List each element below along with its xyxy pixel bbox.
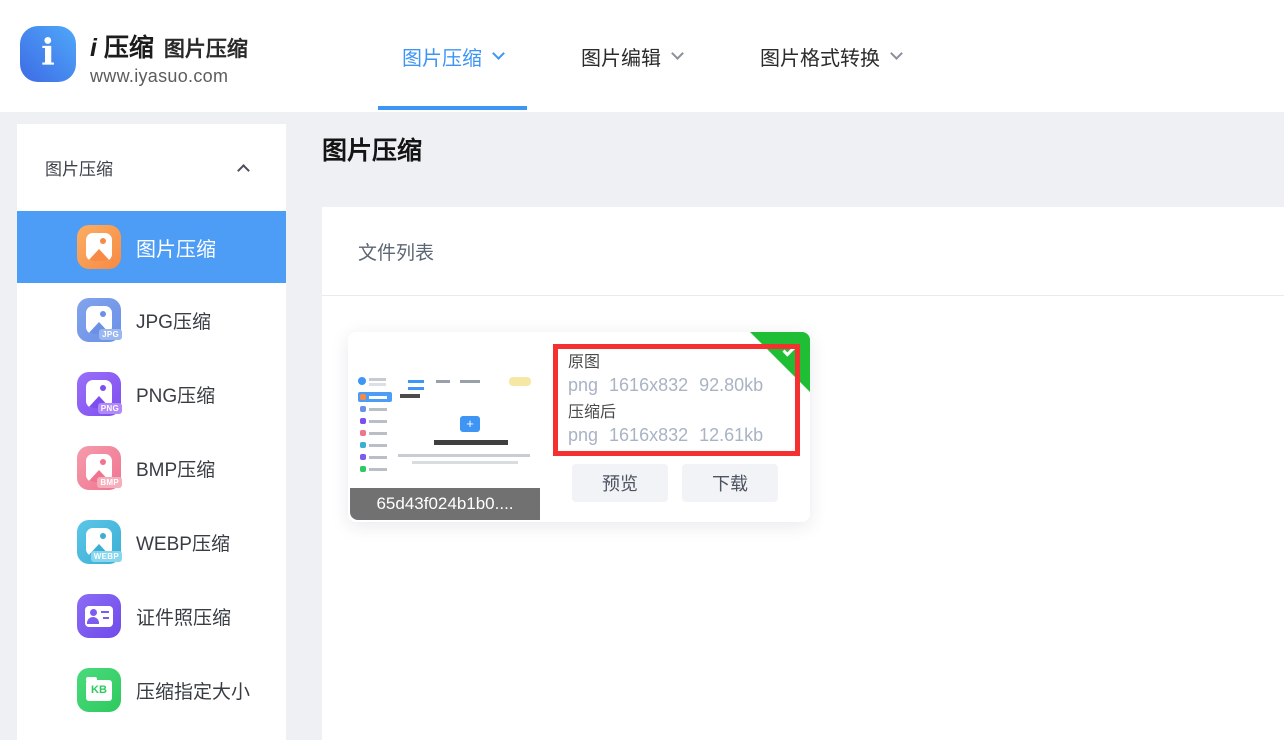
panel-title: 文件列表 (358, 238, 434, 265)
file-card: + 65d43f024b1b0.... 原图 png 1616x832 92.8… (348, 332, 810, 522)
sidebar-item-image-compress[interactable]: 图片压缩 (17, 211, 286, 283)
compressed-info: png 1616x832 12.61kb (568, 423, 795, 448)
id-photo-icon (77, 594, 121, 638)
brand-subtitle: 图片压缩 (164, 33, 248, 63)
sidebar-item-label: 图片压缩 (136, 233, 216, 262)
brand-domain: www.iyasuo.com (90, 66, 248, 87)
kb-folder-icon: KB (77, 668, 121, 712)
logo-letter: i (41, 35, 55, 71)
nav-label: 图片编辑 (581, 42, 661, 71)
sidebar-item-compress-to-size[interactable]: KB 压缩指定大小 (17, 653, 286, 727)
sidebar-item-bmp-compress[interactable]: BMP BMP压缩 (17, 431, 286, 505)
panel-header: 文件列表 (322, 207, 1284, 296)
header: i i 压缩 图片压缩 www.iyasuo.com 图片压缩 图片编辑 图片格… (0, 0, 1284, 112)
chevron-down-icon (671, 47, 684, 60)
sidebar-item-label: JPG压缩 (136, 307, 211, 334)
sidebar-item-id-photo-compress[interactable]: 证件照压缩 (17, 579, 286, 653)
page-title: 图片压缩 (322, 131, 422, 167)
chevron-down-icon (492, 47, 505, 60)
file-list-panel: 文件列表 + (322, 207, 1284, 740)
compare-info-highlight: 原图 png 1616x832 92.80kb 压缩后 png 1616x832… (553, 344, 800, 456)
png-compress-icon: PNG (77, 372, 121, 416)
chevron-down-icon (890, 47, 903, 60)
file-name: 65d43f024b1b0.... (350, 488, 540, 520)
app: i i 压缩 图片压缩 www.iyasuo.com 图片压缩 图片编辑 图片格… (0, 0, 1284, 740)
sidebar-group-header[interactable]: 图片压缩 (17, 124, 286, 211)
image-compress-icon (77, 225, 121, 269)
sidebar-item-jpg-compress[interactable]: JPG JPG压缩 (17, 283, 286, 357)
sidebar-group-label: 图片压缩 (45, 155, 113, 180)
sidebar-item-label: 证件照压缩 (136, 603, 231, 630)
sidebar-item-webp-compress[interactable]: WEBP WEBP压缩 (17, 505, 286, 579)
sidebar-item-label: WEBP压缩 (136, 529, 230, 556)
webp-compress-icon: WEBP (77, 520, 121, 564)
chevron-up-icon (237, 164, 250, 177)
nav-label: 图片格式转换 (760, 42, 880, 71)
brand-logo-icon: i (20, 26, 76, 82)
sidebar-item-label: PNG压缩 (136, 381, 215, 408)
bmp-compress-icon: BMP (77, 446, 121, 490)
brand-name: i 压缩 (90, 28, 154, 64)
sidebar-item-png-compress[interactable]: PNG PNG压缩 (17, 357, 286, 431)
compressed-label: 压缩后 (568, 402, 795, 423)
original-label: 原图 (568, 352, 795, 373)
sidebar-item-label: BMP压缩 (136, 455, 215, 482)
sidebar-item-label: 压缩指定大小 (136, 677, 250, 704)
top-nav: 图片压缩 图片编辑 图片格式转换 (378, 0, 955, 112)
nav-item-format-convert[interactable]: 图片格式转换 (736, 0, 925, 112)
jpg-compress-icon: JPG (77, 298, 121, 342)
nav-item-image-compress[interactable]: 图片压缩 (378, 0, 527, 112)
preview-button[interactable]: 预览 (572, 464, 668, 502)
original-info: png 1616x832 92.80kb (568, 373, 795, 398)
file-thumbnail[interactable]: + 65d43f024b1b0.... (350, 334, 540, 520)
brand-text: i 压缩 图片压缩 www.iyasuo.com (90, 26, 248, 87)
brand[interactable]: i i 压缩 图片压缩 www.iyasuo.com (20, 26, 248, 87)
nav-item-image-edit[interactable]: 图片编辑 (557, 0, 706, 112)
download-button[interactable]: 下载 (682, 464, 778, 502)
sidebar: 图片压缩 图片压缩 JPG JPG压缩 PNG PNG压缩 (17, 124, 286, 740)
nav-label: 图片压缩 (402, 42, 482, 71)
thumbnail-preview-image: + (356, 374, 534, 478)
